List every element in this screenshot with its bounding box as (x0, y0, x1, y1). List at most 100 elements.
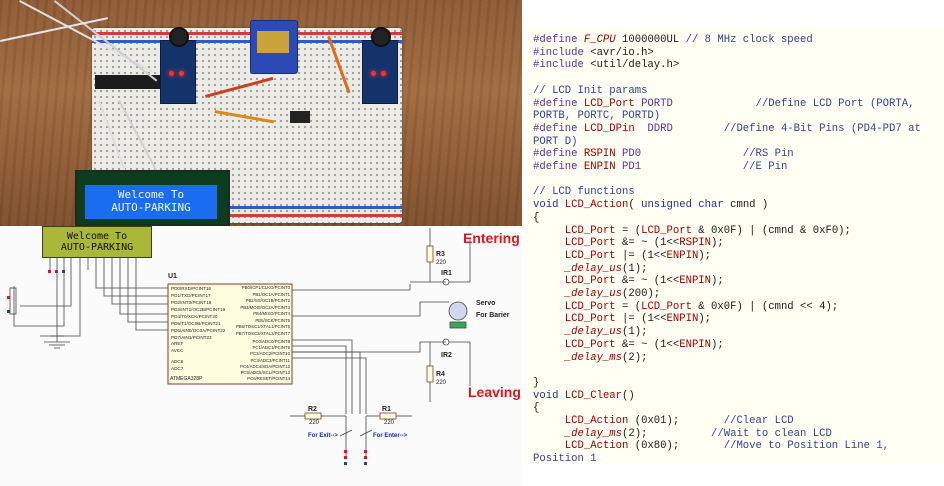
lcd-line-1: Welcome To (117, 188, 185, 201)
code-token: ENPIN (583, 161, 616, 174)
code-token: LCD_Clear (564, 389, 623, 402)
code-token: LCD_Port (564, 224, 616, 237)
entering-label: Entering (463, 230, 520, 246)
code-line: Position 1 (533, 453, 944, 466)
code-token: ( (628, 199, 642, 212)
code-line: // LCD Init params (533, 85, 944, 98)
code-token: LCD_Action (564, 415, 629, 428)
r1-value: 220 (384, 420, 395, 426)
code-token: void (533, 199, 565, 212)
code-token: &= ~ (1<< (615, 275, 680, 288)
r4-value: 220 (436, 380, 447, 386)
code-token: &= ~ (1<< (615, 237, 680, 250)
code-token: LCD_Port (564, 313, 616, 326)
code-line: LCD_Port &= ~ (1<<ENPIN); (533, 275, 944, 288)
code-token: _delay_us (564, 288, 623, 301)
code-line: _delay_us(1); (533, 263, 944, 276)
code-line: LCD_Port &= ~ (1<<ENPIN); (533, 339, 944, 352)
code-line: LCD_Action (0x01); //Clear LCD (533, 415, 944, 428)
code-token: PORT D) (533, 135, 578, 148)
code-token: PD1 (615, 161, 642, 174)
pin-label: ADC6 (171, 359, 184, 364)
code-token: ENPIN (679, 338, 712, 351)
code-token: RSPIN (679, 237, 712, 250)
code-token: ); (711, 237, 724, 250)
code-line: #define RSPIN PD0 //RS Pin (533, 148, 944, 161)
code-token: (0x80); (628, 440, 724, 453)
code-token: #include (533, 46, 591, 59)
code-listing: #define F_CPU 1000000UL // 8 MHz clock s… (533, 34, 944, 466)
barrier-label: For Barier (476, 312, 510, 319)
r2-value: 220 (309, 420, 320, 426)
pin-label: PD5/T1/OC0B/PCINT21 (171, 321, 221, 326)
code-line: #include <util/delay.h> (533, 59, 944, 72)
code-token: ENPIN (666, 313, 699, 326)
code-token: LCD_Port (564, 275, 616, 288)
pin-label: PD0/RXD/PCINT16 (171, 286, 212, 291)
code-token: RSPIN (583, 148, 616, 161)
code-token: LCD_DPin (583, 122, 635, 135)
r4-label: R4 (436, 371, 445, 378)
code-token: _delay_ms (564, 351, 623, 364)
code-token: PD0 (615, 148, 642, 161)
code-token: #define (533, 161, 584, 174)
pin-label: ADC7 (171, 366, 184, 371)
code-token: ); (711, 275, 724, 288)
code-token: ); (711, 338, 724, 351)
code-token: &= ~ (1<< (615, 338, 680, 351)
u1-label: U1 (168, 273, 177, 280)
lcd-schematic: Welcome To AUTO-PARKING (42, 226, 152, 258)
code-token: //Define LCD Port (PORTA, (672, 97, 915, 110)
mcu-left-pins-2: AREF AVCC ADC6 ADC7 (171, 340, 183, 372)
code-token: (1); (622, 262, 648, 275)
code-token: cmnd ) (723, 199, 769, 212)
code-token: #define (533, 34, 584, 46)
pin-label: AREF (171, 341, 184, 346)
led-icon (381, 71, 386, 76)
code-line: void LCD_Action( unsigned char cmnd ) (533, 199, 944, 212)
pin-label: PD1/TXD/PCINT17 (171, 293, 211, 298)
mcu-right-pins: PB0/ICP1/CLKO/PCINT0 PB1/OC1A/PCINT1 PB2… (226, 285, 290, 337)
power-rail-red (92, 32, 402, 35)
code-token: 1000000UL (615, 34, 686, 46)
code-token: |= (1<< (615, 313, 667, 326)
code-token: = ( (615, 224, 642, 237)
pin-label: PD6/AIN0/OC0A/PCINT22 (171, 328, 226, 333)
r1-label: R1 (382, 406, 391, 413)
code-token: { (533, 402, 540, 415)
led-icon (371, 71, 376, 76)
code-token: LCD_Port (641, 300, 692, 313)
code-token: & 0x0F) | (cmnd & 0xF0); (691, 224, 851, 237)
code-token: LCD_Port (564, 249, 616, 262)
servo-motor (250, 20, 298, 74)
code-line: #define F_CPU 1000000UL // 8 MHz clock s… (533, 34, 944, 47)
code-line: LCD_Port &= ~ (1<<RSPIN); (533, 237, 944, 250)
code-token: //E Pin (641, 161, 788, 174)
code-line: PORTB, PORTC, PORTD) (533, 110, 944, 123)
code-token: LCD_Port (564, 300, 616, 313)
lcd-sch-line-2: AUTO-PARKING (60, 242, 134, 253)
ir-sensor-left (160, 27, 196, 104)
code-line: #include <avr/io.h> (533, 47, 944, 60)
mcu-left-pins: PD0/RXD/PCINT16 PD1/TXD/PCINT17 PD2/INT0… (171, 285, 225, 341)
code-line: LCD_Port = (LCD_Port & 0x0F) | (cmnd & 0… (533, 225, 944, 238)
led-icon (169, 71, 174, 76)
code-line: _delay_ms(2); (533, 352, 944, 365)
code-line: } (533, 377, 944, 390)
code-token: & 0x0F) | (cmnd << 4); (691, 300, 839, 313)
code-token: (1); (622, 326, 648, 339)
pin-label: PB7/TOSC2/XTAL2/PCINT7 (235, 330, 290, 336)
code-token: _delay_us (564, 326, 623, 339)
mcu-name: ATMEGA328P (170, 376, 203, 382)
